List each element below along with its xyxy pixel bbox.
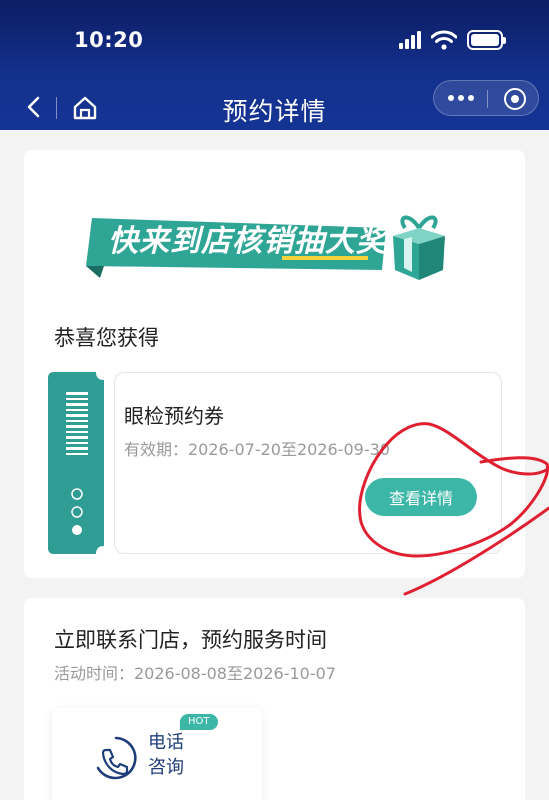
banner-text: 快来到店核销抽大奖	[108, 224, 387, 259]
close-target-icon[interactable]	[504, 88, 526, 110]
activity-period: 活动时间：2026-08-08至2026-10-07	[54, 664, 336, 683]
hot-badge: HOT	[180, 714, 218, 730]
gift-icon	[393, 215, 445, 280]
congrats-text: 恭喜您获得	[54, 326, 159, 350]
mini-program-capsule	[433, 80, 539, 116]
coupon-stub	[48, 372, 104, 554]
phone-consult-button[interactable]: HOT 电话咨询	[52, 708, 262, 800]
battery-icon	[467, 30, 506, 50]
wifi-icon	[431, 30, 457, 50]
prize-card: 快来到店核销抽大奖 恭喜您获得 眼检预约券 有效期：2026-07-20至202…	[24, 150, 525, 578]
contact-card: 立即联系门店，预约服务时间 活动时间：2026-08-08至2026-10-07…	[24, 598, 525, 800]
phone-icon	[96, 736, 137, 780]
header: 10:20 预约详情	[0, 0, 549, 130]
contact-title: 立即联系门店，预约服务时间	[54, 628, 327, 652]
status-icons	[399, 30, 506, 50]
more-icon[interactable]	[448, 95, 474, 101]
status-time: 10:20	[74, 28, 144, 52]
coupon-validity: 有效期：2026-07-20至2026-09-30	[124, 440, 390, 459]
signal-icon	[399, 31, 421, 49]
coupon-name: 眼检预约券	[124, 404, 224, 428]
view-details-button[interactable]: 查看详情	[365, 478, 477, 516]
phone-consult-label: 电话咨询	[148, 732, 184, 778]
